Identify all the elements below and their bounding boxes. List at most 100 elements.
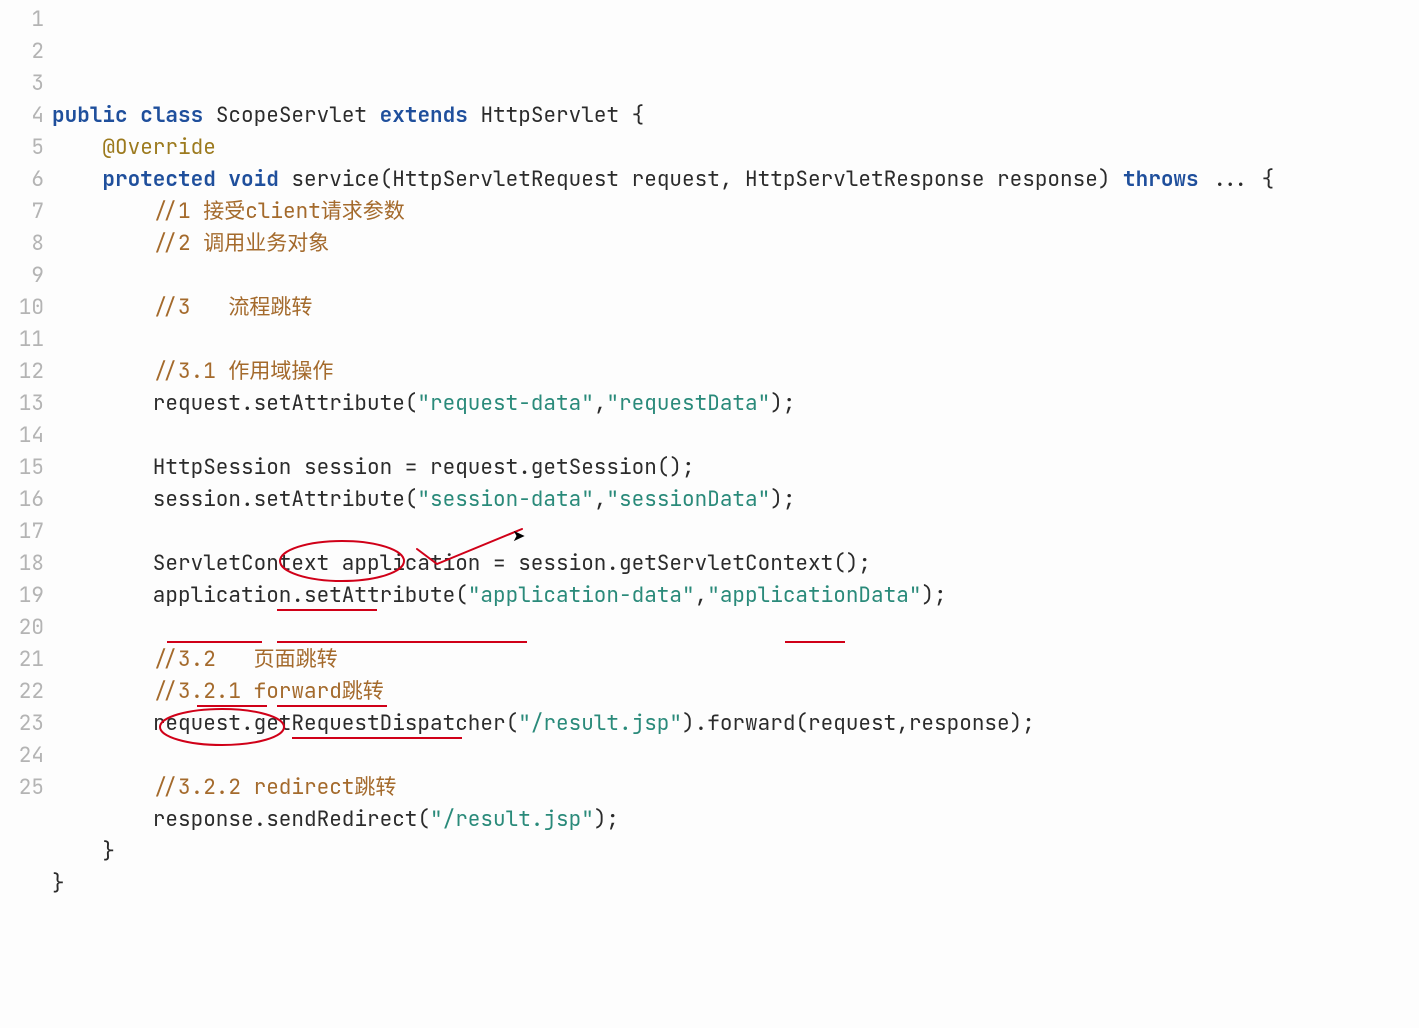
token-str: "/result.jsp" [430, 806, 594, 833]
code-line: } [52, 836, 1419, 868]
token-plain [1199, 166, 1212, 193]
line-number: 8 [0, 228, 44, 260]
code-area: public class ScopeServlet extends HttpSe… [52, 4, 1419, 964]
token-comment: //3.2.2 redirect跳转 [153, 774, 397, 801]
code-line: //1 接受client请求参数 [52, 196, 1419, 228]
line-number: 3 [0, 68, 44, 100]
line-number: 16 [0, 484, 44, 516]
token-str: "requestData" [606, 390, 770, 417]
code-line: protected void service(HttpServletReques… [52, 164, 1419, 196]
token-plain: { [1249, 166, 1274, 193]
code-line: } [52, 868, 1419, 900]
token-classname: HttpServlet [480, 102, 619, 129]
token-plain [203, 102, 216, 129]
token-plain: , [594, 486, 607, 513]
token-plain: ServletContext application = session.get… [52, 550, 871, 577]
line-number: 24 [0, 740, 44, 772]
token-plain [52, 134, 102, 161]
line-number-gutter: 1234567891011121314151617181920212223242… [0, 4, 52, 964]
token-ellipsis: ... [1211, 166, 1249, 193]
token-comment: //3 流程跳转 [153, 294, 313, 321]
code-line: public class ScopeServlet extends HttpSe… [52, 100, 1419, 132]
code-editor: 1234567891011121314151617181920212223242… [0, 0, 1419, 964]
token-plain: ).forward(request,response); [682, 710, 1035, 737]
token-str: "session-data" [417, 486, 593, 513]
line-number: 21 [0, 644, 44, 676]
token-plain [52, 678, 153, 705]
code-line [52, 420, 1419, 452]
token-plain [52, 230, 153, 257]
line-number: 4 [0, 100, 44, 132]
token-plain: session.setAttribute( [52, 486, 417, 513]
code-line [52, 740, 1419, 772]
line-number: 11 [0, 324, 44, 356]
code-line: //3.1 作用域操作 [52, 356, 1419, 388]
token-plain: ); [770, 486, 795, 513]
code-line: application.setAttribute("application-da… [52, 580, 1419, 612]
token-plain: ); [770, 390, 795, 417]
token-comment: //3.2.1 forward跳转 [153, 678, 384, 705]
token-plain: request.getRequestDispatcher( [52, 710, 518, 737]
code-line: ServletContext application = session.get… [52, 548, 1419, 580]
token-plain: } [52, 870, 65, 897]
token-classname: ScopeServlet [216, 102, 367, 129]
token-plain [52, 774, 153, 801]
token-plain [52, 198, 153, 225]
code-line: session.setAttribute("session-data","ses… [52, 484, 1419, 516]
code-line: //3.2.1 forward跳转 [52, 676, 1419, 708]
code-line: //3.2.2 redirect跳转 [52, 772, 1419, 804]
token-plain [216, 166, 229, 193]
line-number: 6 [0, 164, 44, 196]
token-kw: public [52, 102, 128, 129]
code-line: request.getRequestDispatcher("/result.js… [52, 708, 1419, 740]
code-line: //2 调用业务对象 [52, 228, 1419, 260]
token-kw: void [228, 166, 278, 193]
line-number: 18 [0, 548, 44, 580]
line-number: 12 [0, 356, 44, 388]
token-str: "request-data" [417, 390, 593, 417]
token-plain: service(HttpServletRequest request, Http… [279, 166, 1123, 193]
token-str: "/result.jsp" [518, 710, 682, 737]
line-number: 7 [0, 196, 44, 228]
line-number: 19 [0, 580, 44, 612]
token-plain [52, 166, 102, 193]
token-plain: , [695, 582, 708, 609]
line-number: 17 [0, 516, 44, 548]
token-plain [128, 102, 141, 129]
token-plain: } [52, 838, 115, 865]
token-plain [367, 102, 380, 129]
code-line [52, 612, 1419, 644]
token-plain: ); [921, 582, 946, 609]
token-str: "application-data" [468, 582, 695, 609]
code-line: //3 流程跳转 [52, 292, 1419, 324]
token-kw: extends [380, 102, 468, 129]
line-number: 22 [0, 676, 44, 708]
line-number: 13 [0, 388, 44, 420]
code-line: @Override [52, 132, 1419, 164]
code-line: HttpSession session = request.getSession… [52, 452, 1419, 484]
token-plain: ); [594, 806, 619, 833]
token-plain: request.setAttribute( [52, 390, 417, 417]
line-number: 10 [0, 292, 44, 324]
line-number: 9 [0, 260, 44, 292]
token-str: "sessionData" [606, 486, 770, 513]
token-plain [52, 646, 153, 673]
token-comment: //3.2 页面跳转 [153, 646, 338, 673]
token-comment: //2 调用业务对象 [153, 230, 329, 257]
code-line [52, 324, 1419, 356]
token-str: "applicationData" [707, 582, 921, 609]
token-plain: HttpSession session = request.getSession… [52, 454, 695, 481]
token-plain [52, 358, 153, 385]
line-number: 15 [0, 452, 44, 484]
code-line: response.sendRedirect("/result.jsp"); [52, 804, 1419, 836]
line-number: 5 [0, 132, 44, 164]
token-ann: @Override [102, 134, 215, 161]
token-comment: //1 接受client请求参数 [153, 198, 405, 225]
token-comment: //3.1 作用域操作 [153, 358, 334, 385]
line-number: 25 [0, 772, 44, 804]
token-plain [52, 294, 153, 321]
line-number: 1 [0, 4, 44, 36]
token-plain: , [594, 390, 607, 417]
token-plain [468, 102, 481, 129]
code-line [52, 260, 1419, 292]
